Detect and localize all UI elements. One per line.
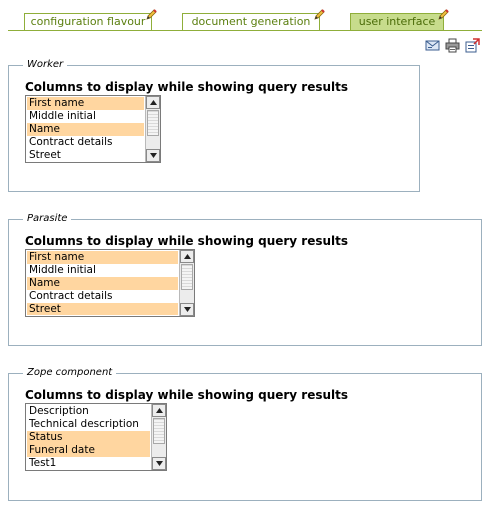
- tab-label: configuration flavour: [30, 15, 146, 28]
- arrow-down-icon: [156, 461, 163, 466]
- columns-listbox[interactable]: First name Middle initial Name Contract …: [25, 249, 195, 317]
- fieldset-legend: Worker: [23, 58, 68, 72]
- arrow-up-icon: [184, 254, 191, 259]
- tab-configuration-flavour[interactable]: configuration flavour: [24, 9, 157, 30]
- list-option[interactable]: Status: [27, 431, 150, 444]
- list-option[interactable]: Street: [27, 149, 144, 161]
- arrow-up-icon: [150, 100, 157, 105]
- list-option[interactable]: Test1: [27, 457, 150, 469]
- action-toolbar: [425, 38, 480, 54]
- scroll-up-button[interactable]: [180, 250, 194, 263]
- list-option[interactable]: Middle initial: [27, 264, 178, 277]
- section-title: Columns to display while showing query r…: [25, 234, 349, 248]
- list-option[interactable]: Description: [27, 405, 150, 418]
- listbox-options: First name Middle initial Name Contract …: [27, 97, 144, 161]
- list-option[interactable]: Street: [27, 303, 178, 315]
- scroll-up-button[interactable]: [146, 96, 160, 109]
- columns-listbox[interactable]: Description Technical description Status…: [25, 403, 167, 471]
- fieldset-zope-component: Zope component Columns to display while …: [8, 366, 482, 501]
- list-option[interactable]: First name: [27, 251, 178, 264]
- tab-label: document generation: [191, 15, 311, 28]
- listbox-options: Description Technical description Status…: [27, 405, 150, 469]
- export-icon[interactable]: [465, 38, 480, 53]
- scroll-down-button[interactable]: [180, 303, 194, 316]
- arrow-down-icon: [150, 153, 157, 158]
- tab-bar-underline: [8, 30, 482, 31]
- listbox-scrollbar[interactable]: [145, 96, 160, 162]
- section-title: Columns to display while showing query r…: [25, 388, 349, 402]
- columns-listbox[interactable]: First name Middle initial Name Contract …: [25, 95, 161, 163]
- send-mail-icon[interactable]: [425, 38, 440, 53]
- scroll-down-button[interactable]: [152, 457, 166, 470]
- tab-bar: configuration flavour document generatio…: [8, 0, 482, 31]
- scroll-up-button[interactable]: [152, 404, 166, 417]
- tab-user-interface[interactable]: user interface: [350, 9, 449, 30]
- list-option[interactable]: Technical description: [27, 418, 150, 431]
- print-icon[interactable]: [445, 38, 460, 53]
- scroll-thumb[interactable]: [153, 418, 165, 444]
- listbox-scrollbar[interactable]: [179, 250, 194, 316]
- list-option[interactable]: Name: [27, 123, 144, 136]
- listbox-scrollbar[interactable]: [151, 404, 166, 470]
- list-option[interactable]: Middle initial: [27, 110, 144, 123]
- pencil-icon[interactable]: [437, 8, 450, 21]
- pencil-icon[interactable]: [313, 8, 326, 21]
- scroll-down-button[interactable]: [146, 149, 160, 162]
- scroll-thumb[interactable]: [147, 110, 159, 136]
- arrow-down-icon: [184, 307, 191, 312]
- arrow-up-icon: [156, 408, 163, 413]
- fieldset-parasite: Parasite Columns to display while showin…: [8, 212, 482, 346]
- tab-label: user interface: [358, 15, 436, 28]
- fieldset-legend: Parasite: [23, 212, 72, 226]
- section-title: Columns to display while showing query r…: [25, 80, 349, 94]
- scroll-thumb[interactable]: [181, 264, 193, 290]
- list-option[interactable]: Contract details: [27, 290, 178, 303]
- list-option[interactable]: First name: [27, 97, 144, 110]
- list-option[interactable]: Contract details: [27, 136, 144, 149]
- list-option[interactable]: Funeral date: [27, 444, 150, 457]
- pencil-icon[interactable]: [145, 8, 158, 21]
- list-option[interactable]: Name: [27, 277, 178, 290]
- fieldset-legend: Zope component: [23, 366, 117, 380]
- tab-document-generation[interactable]: document generation: [182, 9, 325, 30]
- listbox-options: First name Middle initial Name Contract …: [27, 251, 178, 315]
- fieldset-worker: Worker Columns to display while showing …: [8, 58, 420, 192]
